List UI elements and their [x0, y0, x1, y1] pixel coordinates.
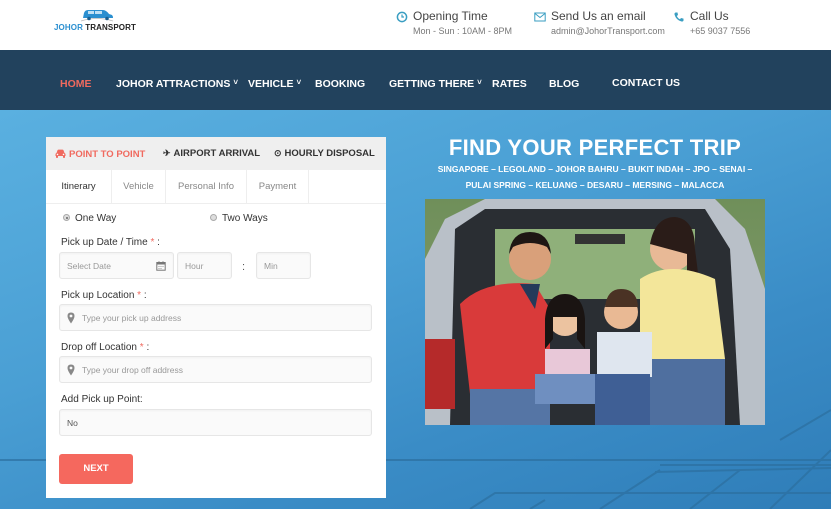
opening-time-value: Mon - Sun : 10AM - 8PM: [413, 26, 513, 36]
nav-getting-there[interactable]: GETTING THERE ˅: [389, 78, 482, 90]
map-pin-icon: [67, 312, 75, 324]
car-icon: [55, 149, 66, 158]
dropoff-location-label: Drop off Location * :: [61, 342, 150, 353]
phone-number[interactable]: +65 9037 7556: [690, 26, 750, 36]
clock-icon: ⊙: [274, 148, 282, 158]
clock-icon: [396, 11, 408, 23]
family-car-photo: [425, 199, 765, 425]
chevron-down-icon: ˅: [233, 78, 239, 87]
destinations-line-1: SINGAPORE – LEGOLAND – JOHOR BAHRU – BUK…: [437, 164, 753, 174]
radio-unselected-icon: [210, 214, 217, 221]
nav-home[interactable]: HOME: [60, 78, 92, 90]
pickup-location-input[interactable]: [59, 304, 372, 331]
nav-booking[interactable]: BOOKING: [315, 78, 365, 90]
nav-rates[interactable]: RATES: [492, 78, 527, 90]
map-pin-icon: [67, 364, 75, 376]
pickup-min-field[interactable]: [257, 253, 310, 278]
pickup-min-input[interactable]: [256, 252, 311, 279]
plane-icon: ✈: [163, 148, 171, 158]
booking-form: POINT TO POINT ✈ AIRPORT ARRIVAL ⊙ HOURLY …: [46, 137, 386, 498]
add-pickup-point-field[interactable]: [60, 410, 371, 435]
chevron-down-icon: ˅: [477, 78, 482, 87]
step-vehicle[interactable]: Vehicle: [112, 170, 166, 204]
add-pickup-point-label: Add Pick up Point:: [61, 394, 143, 405]
calendar-icon: [156, 261, 166, 271]
chevron-down-icon: ˅: [296, 78, 302, 87]
phone-icon: [674, 12, 684, 22]
main-nav: HOME JOHOR ATTRACTIONS ˅ VEHICLE ˅ BOOKING…: [0, 50, 831, 110]
nav-vehicle[interactable]: VEHICLE ˅: [248, 78, 301, 90]
nav-blog[interactable]: BLOG: [549, 78, 579, 90]
pickup-hour-input[interactable]: [177, 252, 232, 279]
nav-contact-us[interactable]: CONTACT US: [612, 77, 680, 89]
nav-johor-attractions[interactable]: JOHOR ATTRACTIONS ˅: [116, 78, 238, 90]
car-logo-icon: [80, 10, 114, 22]
pickup-date-input[interactable]: [59, 252, 174, 279]
time-separator: :: [242, 261, 246, 273]
pickup-datetime-label: Pick up Date / Time * :: [61, 237, 160, 248]
step-payment[interactable]: Payment: [247, 170, 309, 204]
radio-two-ways[interactable]: Two Ways: [210, 213, 268, 224]
email-address[interactable]: admin@JohorTransport.com: [551, 26, 665, 36]
booking-steps: Itinerary Vehicle Personal Info Payment: [46, 170, 386, 204]
pickup-location-label: Pick up Location * :: [61, 290, 147, 301]
envelope-icon: [534, 12, 546, 22]
service-tabs: POINT TO POINT ✈ AIRPORT ARRIVAL ⊙ HOURLY …: [46, 137, 386, 170]
step-itinerary[interactable]: Itinerary: [46, 170, 112, 204]
logo[interactable]: JOHOR TRANSPORT: [54, 7, 138, 35]
step-personal-info[interactable]: Personal Info: [166, 170, 247, 204]
tab-hourly-disposal[interactable]: ⊙ HOURLY DISPOSAL: [274, 148, 375, 159]
dropoff-location-field[interactable]: [60, 357, 371, 382]
hero-title: FIND YOUR PERFECT TRIP: [448, 135, 742, 160]
hero-destinations: SINGAPORE – LEGOLAND – JOHOR BAHRU – BUK…: [420, 161, 770, 193]
email-title: Send Us an email: [551, 9, 646, 23]
pickup-hour-field[interactable]: [178, 253, 231, 278]
radio-selected-icon: [63, 214, 70, 221]
add-pickup-point-select[interactable]: [59, 409, 372, 436]
brand-name: JOHOR TRANSPORT: [54, 23, 136, 32]
dropoff-location-input[interactable]: [59, 356, 372, 383]
destinations-line-2: PULAI SPRING – KELUANG – DESARU – MERSIN…: [465, 180, 725, 190]
next-button[interactable]: NEXT: [59, 454, 133, 484]
call-title: Call Us: [690, 9, 729, 23]
tab-point-to-point[interactable]: POINT TO POINT: [55, 148, 145, 160]
radio-one-way[interactable]: One Way: [63, 213, 116, 224]
family-photo-illustration: [425, 199, 765, 425]
tab-airport-arrival[interactable]: ✈ AIRPORT ARRIVAL: [163, 148, 260, 159]
pickup-location-field[interactable]: [60, 305, 371, 330]
opening-time-title: Opening Time: [413, 9, 488, 23]
top-header: JOHOR TRANSPORT Opening Time Mon - Sun :…: [0, 0, 831, 50]
